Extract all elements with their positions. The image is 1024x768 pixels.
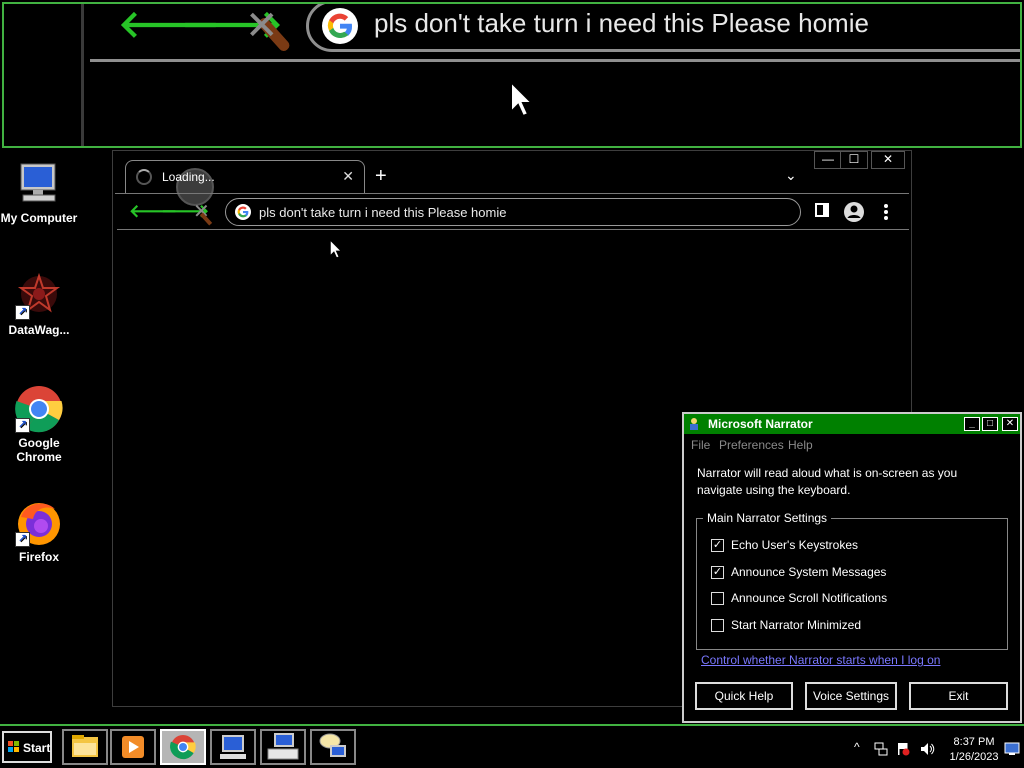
google-icon (235, 204, 251, 220)
narrator-icon (319, 733, 346, 757)
mouse-cursor-icon (329, 239, 343, 259)
magnifier-view: 🡐 🡒 ✕ pls don't take turn i need this Pl… (2, 2, 1022, 148)
action-center-flag-icon[interactable] (896, 742, 910, 756)
close-button[interactable]: ✕ (871, 151, 905, 169)
menu-preferences[interactable]: Preferences (719, 438, 784, 452)
start-button[interactable]: Start (2, 731, 52, 763)
windows-flag-icon (8, 741, 19, 752)
keyboard-icon (267, 733, 299, 760)
desktop-icon-my-computer[interactable]: My Computer (0, 160, 78, 225)
desktop-icon-datawag[interactable]: ↗ DataWag... (0, 272, 78, 337)
tabstrip-divider (115, 193, 909, 194)
narrator-app-icon (690, 418, 698, 430)
taskbar-narrator[interactable] (310, 729, 356, 765)
side-panel-icon[interactable] (815, 203, 829, 217)
taskbar-file-explorer[interactable] (62, 729, 108, 765)
tab-title: Loading... (162, 170, 215, 184)
main-settings-group: Main Narrator Settings ✓ Echo User's Key… (696, 511, 1008, 650)
taskbar-computer[interactable] (210, 729, 256, 765)
checkbox-label: Announce System Messages (731, 565, 887, 579)
datawag-icon: ↗ (15, 272, 63, 320)
new-tab-button[interactable]: + (375, 165, 387, 188)
checkbox-box: ✓ (711, 539, 724, 552)
content-divider (117, 229, 909, 230)
checkbox-box (711, 619, 724, 632)
show-desktop-icon[interactable] (1004, 742, 1020, 756)
magnified-cursor-icon (510, 80, 535, 118)
magnified-google-icon (322, 8, 358, 44)
taskbar-on-screen-keyboard[interactable] (260, 729, 306, 765)
group-title: Main Narrator Settings (703, 511, 832, 525)
checkbox-label: Echo User's Keystrokes (731, 538, 859, 552)
omnibox-text: pls don't take turn i need this Please h… (259, 205, 507, 220)
taskbar-media-player[interactable] (110, 729, 156, 765)
volume-icon[interactable] (920, 742, 936, 756)
narrator-title: Microsoft Narrator (708, 417, 813, 431)
chrome-icon: ↗ (15, 385, 63, 433)
checkbox-box: ✓ (711, 566, 724, 579)
tab-search-icon[interactable]: ⌄ (785, 167, 797, 184)
clock-time: 8:37 PM (953, 736, 995, 748)
maximize-button[interactable]: ☐ (840, 151, 868, 169)
magnified-toolbar-line (90, 59, 1020, 62)
desktop-icon-label: Google Chrome (16, 436, 62, 464)
desktop-icon-label: My Computer (0, 211, 78, 225)
chrome-icon (170, 735, 196, 760)
profile-icon[interactable] (843, 201, 865, 223)
network-icon[interactable] (874, 742, 888, 756)
narrator-close-button[interactable]: ✕ (1002, 417, 1018, 431)
menu-file[interactable]: File (691, 438, 710, 452)
quick-help-button[interactable]: Quick Help (695, 682, 793, 710)
magnified-stop-icon: ✕ (245, 4, 279, 48)
browser-tab[interactable]: Loading... ✕ (125, 160, 365, 206)
minimize-button[interactable]: — (814, 151, 842, 169)
shortcut-arrow-icon: ↗ (15, 532, 30, 547)
start-label: Start (23, 741, 51, 755)
magnified-url-text: pls don't take turn i need this Please h… (374, 8, 869, 38)
desktop-icon-google-chrome[interactable]: ↗ Google Chrome (0, 385, 78, 464)
narrator-title-bar[interactable]: Microsoft Narrator _ □ ✕ (684, 414, 1020, 434)
tab-close-icon[interactable]: ✕ (342, 168, 354, 185)
more-menu-icon[interactable] (883, 204, 889, 220)
narrator-window: Microsoft Narrator _ □ ✕ File Preference… (682, 412, 1022, 723)
menu-help[interactable]: Help (788, 438, 813, 452)
exit-button[interactable]: Exit (909, 682, 1008, 710)
tray-expand-icon[interactable]: ^ (854, 740, 860, 754)
narrator-minimize-button[interactable]: _ (964, 417, 980, 431)
file-explorer-icon (72, 735, 98, 757)
shortcut-arrow-icon: ↗ (15, 418, 30, 433)
clock-date: 1/26/2023 (949, 751, 999, 763)
system-tray: ^ 8:37 PM 1/26/2023 (848, 730, 1024, 768)
shortcut-arrow-icon: ↗ (15, 305, 30, 320)
checkbox-label: Start Narrator Minimized (731, 618, 862, 632)
computer-icon (220, 735, 246, 759)
firefox-icon: ↗ (15, 499, 63, 547)
startup-settings-link[interactable]: Control whether Narrator starts when I l… (701, 653, 940, 667)
omnibox[interactable]: pls don't take turn i need this Please h… (225, 198, 801, 226)
desktop-icon-label: DataWag... (8, 323, 70, 337)
desktop-icon-firefox[interactable]: ↗ Firefox (0, 499, 78, 564)
media-player-icon (122, 736, 144, 758)
voice-settings-button[interactable]: Voice Settings (805, 682, 897, 710)
clock[interactable]: 8:37 PM 1/26/2023 (944, 735, 1004, 765)
computer-icon (15, 160, 63, 208)
checkbox-label: Announce Scroll Notifications (731, 591, 888, 605)
magnifier-divider (81, 4, 84, 146)
loading-spinner-icon (136, 169, 152, 185)
narrator-description: Narrator will read aloud what is on-scre… (697, 466, 958, 497)
taskbar-chrome[interactable] (160, 729, 206, 765)
narrator-maximize-button[interactable]: □ (982, 417, 998, 431)
checkbox-box (711, 592, 724, 605)
desktop-icon-label: Firefox (18, 550, 59, 564)
taskbar: Start ^ 8:37 PM 1/26/2023 (0, 724, 1024, 768)
